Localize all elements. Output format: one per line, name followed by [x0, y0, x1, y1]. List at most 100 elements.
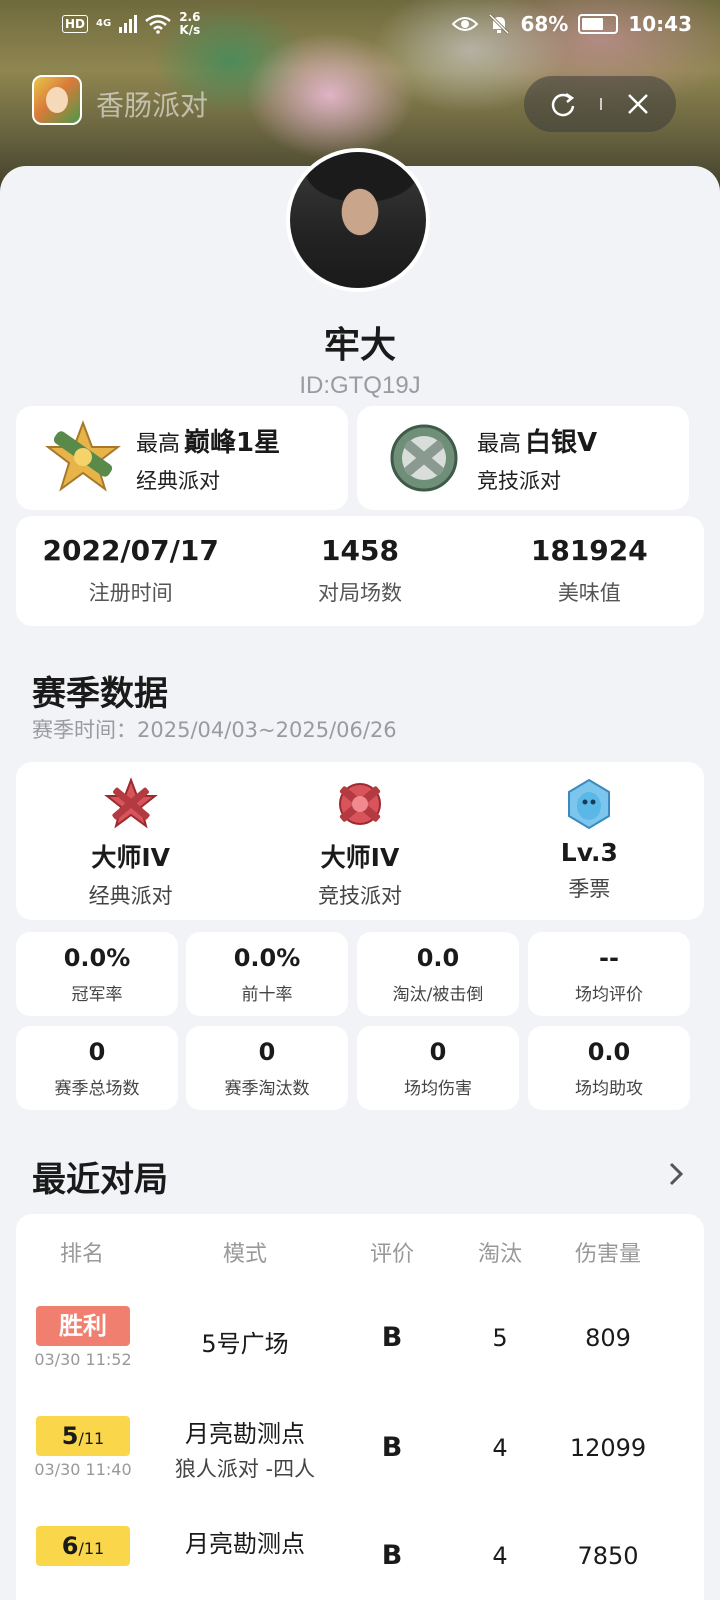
avatar[interactable]	[286, 148, 430, 292]
wifi-icon	[145, 14, 171, 34]
match-mode-cell: 月亮勘测点 狼人派对 -四人	[150, 1414, 340, 1483]
hd-indicator: HD	[62, 15, 89, 33]
stat-value: 0.0%	[63, 944, 131, 972]
stat-value: 0.0%	[233, 944, 301, 972]
competitive-tier[interactable]: 大师IV 竞技派对	[245, 762, 474, 920]
master-tier-icon	[103, 777, 158, 829]
peak-star-badge-icon	[45, 420, 121, 492]
rank-line: 最高 巅峰1星	[136, 422, 280, 459]
stat-value: 1458	[321, 534, 399, 567]
match-mode: 5号广场	[201, 1330, 289, 1358]
match-grade: B	[381, 1432, 403, 1463]
match-damage: 809	[585, 1324, 631, 1352]
close-icon	[627, 94, 648, 114]
stat-value: 0	[88, 1038, 106, 1066]
speed-unit: K/s	[179, 23, 201, 37]
rank-line: 最高 白银V	[477, 422, 597, 459]
tier-mode: 经典派对	[88, 884, 173, 908]
stat-label: 冠军率	[71, 985, 123, 1005]
kd-ratio-tile: 0.0 淘汰/被击倒	[357, 932, 519, 1016]
rank-mode: 经典派对	[136, 468, 220, 493]
competitive-rank-card[interactable]: 最高 白银V 竞技派对	[357, 406, 689, 510]
col-header-rank: 排名	[59, 1242, 104, 1267]
network-type: 4G	[96, 18, 112, 29]
avg-damage-tile: 0 场均伤害	[357, 1026, 519, 1110]
classic-rank-card[interactable]: 最高 巅峰1星 经典派对	[16, 406, 348, 510]
network-speed: 2.6 K/s	[179, 11, 200, 37]
rank-value: 巅峰1星	[184, 427, 281, 458]
stat-value: 0.0	[587, 1038, 631, 1066]
refresh-button[interactable]	[549, 90, 577, 118]
match-mode: 月亮勘测点	[185, 1420, 305, 1448]
stat-label: 对局场数	[317, 581, 402, 605]
match-sub-mode: 狼人派对 -四人	[174, 1457, 316, 1481]
rank-value: 白银V	[525, 427, 598, 458]
match-damage: 7850	[577, 1542, 639, 1570]
match-grade: B	[381, 1540, 403, 1571]
player-id: ID:GTQ19J	[299, 372, 421, 399]
mini-program-capsule	[524, 76, 676, 132]
stat-value: 0	[429, 1038, 447, 1066]
rank-total: /11	[78, 1539, 105, 1558]
col-header-kills: 淘汰	[477, 1242, 522, 1267]
mini-app-icon	[32, 75, 82, 125]
profile-stats-card: 2022/07/17 注册时间 1458 对局场数 181924 美味值	[16, 516, 704, 626]
stat-value: 0	[258, 1038, 276, 1066]
speed-value: 2.6	[179, 10, 201, 24]
rank-badge: 胜利	[36, 1306, 130, 1346]
match-mode: 月亮勘测点	[185, 1530, 305, 1558]
season-period: 赛季时间：2025/04/03~2025/06/26	[32, 718, 397, 742]
season-tier-card: 大师IV 经典派对 大师IV 竞技派对 Lv.3 季票	[16, 762, 704, 920]
stat-value: --	[599, 944, 619, 972]
rank-text: 胜利	[59, 1312, 107, 1340]
col-header-grade: 评价	[369, 1242, 414, 1267]
avg-rating-tile: -- 场均评价	[528, 932, 690, 1016]
clock: 10:43	[628, 12, 692, 36]
match-time: 03/30 11:40	[34, 1460, 132, 1479]
stat-label: 美味值	[557, 581, 621, 605]
status-bar: HD 4G 2.6 K/s 68% 10:43	[0, 0, 720, 48]
rank-prefix: 最高	[477, 431, 522, 457]
stat-label: 前十率	[241, 985, 293, 1005]
match-kills: 4	[492, 1434, 508, 1462]
close-button[interactable]	[625, 91, 651, 117]
capsule-divider	[599, 98, 602, 110]
rank-mode: 竞技派对	[477, 468, 561, 493]
silver-badge-icon	[390, 424, 458, 492]
tier-name: Lv.3	[560, 838, 618, 867]
stat-label: 场均评价	[575, 985, 643, 1005]
match-kills: 4	[492, 1542, 508, 1570]
top-ten-rate-tile: 0.0% 前十率	[186, 932, 348, 1016]
rank-prefix: 最高	[136, 431, 181, 457]
win-rate-tile: 0.0% 冠军率	[16, 932, 178, 1016]
signal-icon	[119, 15, 138, 33]
rank-badge: 6/11	[36, 1526, 130, 1566]
season-section-title: 赛季数据	[32, 674, 168, 714]
chevron-right-icon[interactable]	[666, 1160, 686, 1188]
rank-badge: 5/11	[36, 1416, 130, 1456]
match-damage: 12099	[569, 1434, 647, 1462]
classic-tier[interactable]: 大师IV 经典派对	[16, 762, 245, 920]
battery-percent: 68%	[520, 12, 569, 36]
stat-label: 淘汰/被击倒	[392, 985, 484, 1005]
player-nickname: 牢大	[323, 325, 396, 366]
refresh-icon	[552, 92, 575, 117]
taste-value-stat: 181924 美味值	[475, 516, 704, 626]
stat-value: 2022/07/17	[42, 534, 219, 567]
recent-matches-title: 最近对局	[32, 1160, 168, 1200]
stat-value: 181924	[530, 534, 648, 567]
register-date-stat: 2022/07/17 注册时间	[16, 516, 245, 626]
col-header-damage: 伤害量	[574, 1242, 641, 1267]
season-matches-tile: 0 赛季总场数	[16, 1026, 178, 1110]
eye-icon	[452, 17, 479, 31]
season-pass-tier[interactable]: Lv.3 季票	[475, 762, 704, 920]
match-grade: B	[381, 1322, 403, 1353]
col-header-mode: 模式	[222, 1242, 267, 1267]
match-kills: 5	[492, 1324, 508, 1352]
battery-icon	[578, 14, 619, 34]
avg-assists-tile: 0.0 场均助攻	[528, 1026, 690, 1110]
stat-value: 0.0	[416, 944, 460, 972]
tier-mode: 季票	[568, 877, 611, 901]
tier-mode: 竞技派对	[317, 884, 402, 908]
match-count-stat: 1458 对局场数	[245, 516, 474, 626]
